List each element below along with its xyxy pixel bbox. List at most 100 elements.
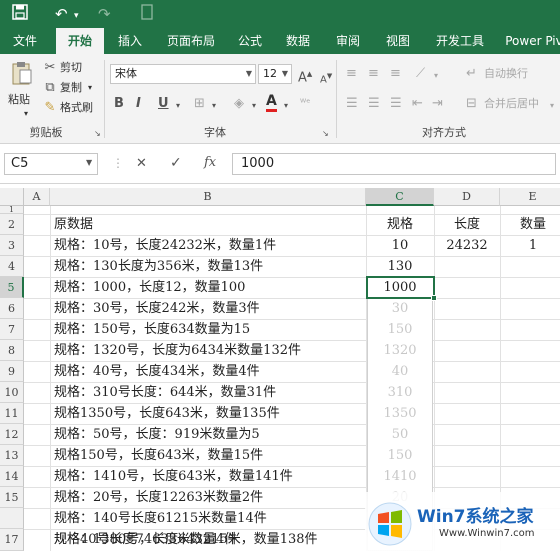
font-launcher-icon[interactable]: ↘ (322, 126, 329, 142)
cell-b11[interactable]: 规格1350号，长度643米，数量135件 (54, 403, 280, 424)
bold-button[interactable]: B (114, 96, 124, 112)
align-left-icon[interactable]: ☰ (346, 96, 358, 112)
cell-d3[interactable]: 24232 (434, 235, 500, 256)
cell-d2[interactable]: 长度 (434, 214, 500, 235)
copy-dropdown-icon[interactable]: ▾ (88, 80, 92, 96)
row-header-17[interactable]: 17 (0, 529, 24, 551)
column-header-b[interactable]: B (50, 188, 366, 206)
tab-developer[interactable]: 开发工具 (430, 28, 490, 54)
redo-icon[interactable]: ↷ (98, 4, 111, 24)
merge-center-button[interactable]: 合并后居中 (484, 96, 539, 112)
row-header-10[interactable]: 10 (0, 382, 24, 403)
cell-b15[interactable]: 规格：20号，长度12263米数量2件 (54, 487, 263, 508)
fill-dropdown-icon[interactable]: ▾ (252, 98, 256, 114)
cell-b18[interactable]: 规格40号长度74633米数量4件 (54, 529, 237, 550)
cell-b14[interactable]: 规格：1410号，长度643米，数量141件 (54, 466, 293, 487)
column-header-a[interactable]: A (24, 188, 50, 206)
row-header-14[interactable]: 14 (0, 466, 24, 487)
save-icon[interactable] (12, 4, 28, 25)
shrink-font-icon[interactable]: A▼ (320, 68, 332, 88)
align-right-icon[interactable]: ☰ (390, 96, 402, 112)
row-header-9[interactable]: 9 (0, 361, 24, 382)
cell-b5[interactable]: 规格：1000，长度12，数量100 (54, 277, 245, 298)
paste-icon[interactable] (10, 60, 34, 86)
tab-view[interactable]: 视图 (380, 28, 416, 54)
row-header-13[interactable]: 13 (0, 445, 24, 466)
cancel-icon[interactable]: ✕ (136, 156, 147, 171)
merge-dropdown-icon[interactable]: ▾ (550, 98, 554, 114)
enter-icon[interactable]: ✓ (170, 155, 182, 171)
row-header-4[interactable]: 4 (0, 256, 24, 277)
formula-input[interactable]: 1000 (232, 153, 556, 175)
row-header-7[interactable]: 7 (0, 319, 24, 340)
underline-button[interactable]: U (158, 96, 169, 112)
font-color-dropdown-icon[interactable]: ▾ (284, 98, 288, 114)
name-box[interactable]: C5 (4, 153, 98, 175)
font-size-select[interactable]: 12 ▼ (258, 64, 292, 84)
cell-c3[interactable]: 10 (366, 235, 434, 256)
wrap-text-button[interactable]: 自动换行 (484, 66, 528, 82)
cell-b8[interactable]: 规格：1320号，长度为6434米数量132件 (54, 340, 301, 361)
cell-c4[interactable]: 130 (366, 256, 434, 277)
cell-b13[interactable]: 规格150号，长度643米，数量15件 (54, 445, 263, 466)
touch-mode-icon[interactable] (140, 4, 154, 25)
cell-b10[interactable]: 规格：310号长度：644米，数量31件 (54, 382, 276, 403)
align-bottom-icon[interactable]: ≡ (390, 66, 401, 82)
orientation-dropdown-icon[interactable]: ▾ (434, 68, 438, 84)
cell-b7[interactable]: 规格：150号，长度634数量为15 (54, 319, 250, 340)
decrease-indent-icon[interactable]: ⇤ (412, 96, 423, 112)
increase-indent-icon[interactable]: ⇥ (432, 96, 443, 112)
row-header-5[interactable]: 5 (0, 277, 24, 298)
tab-data[interactable]: 数据 (280, 28, 316, 54)
row-header-11[interactable]: 11 (0, 403, 24, 424)
undo-dropdown-icon[interactable]: ▾ (74, 6, 79, 26)
format-painter-button[interactable]: 格式刷 (60, 100, 93, 116)
align-top-icon[interactable]: ≡ (346, 66, 357, 82)
tab-formulas[interactable]: 公式 (232, 28, 268, 54)
row-header-1[interactable]: 1 (0, 206, 24, 214)
font-color-button[interactable]: A (266, 94, 277, 112)
tab-review[interactable]: 审阅 (330, 28, 366, 54)
grow-font-icon[interactable]: A▲ (298, 66, 312, 86)
italic-button[interactable]: I (136, 96, 141, 112)
cell-b3[interactable]: 规格：10号，长度24232米，数量1件 (54, 235, 276, 256)
row-header-8[interactable]: 8 (0, 340, 24, 361)
cell-e3[interactable]: 1 (500, 235, 560, 256)
cell-b2[interactable]: 原数据 (54, 214, 93, 235)
tab-power-pivot[interactable]: Power Piv (504, 28, 560, 54)
row-header-2[interactable]: 2 (0, 214, 24, 235)
column-header-d[interactable]: D (434, 188, 500, 206)
cell-b12[interactable]: 规格：50号，长度：919米数量为5 (54, 424, 260, 445)
tab-home[interactable]: 开始 (56, 28, 104, 54)
wrap-text-icon[interactable]: ↵ (466, 66, 477, 82)
tab-file[interactable]: 文件 (4, 28, 46, 54)
column-header-c[interactable]: C (366, 188, 434, 206)
tab-insert[interactable]: 插入 (110, 28, 150, 54)
fill-color-icon[interactable]: ◈ (234, 96, 244, 112)
phonetic-icon[interactable]: ᵂᵉ (300, 96, 310, 112)
cell-b9[interactable]: 规格：40号，长度434米，数量4件 (54, 361, 260, 382)
borders-dropdown-icon[interactable]: ▾ (212, 98, 216, 114)
copy-button[interactable]: 复制 (60, 80, 82, 96)
insert-function-icon[interactable]: fx (204, 155, 216, 170)
row-header-6[interactable]: 6 (0, 298, 24, 319)
tab-page-layout[interactable]: 页面布局 (160, 28, 222, 54)
paste-dropdown-icon[interactable]: ▾ (24, 106, 28, 122)
select-all-corner[interactable] (0, 188, 24, 206)
cut-button[interactable]: 剪切 (60, 60, 82, 76)
cell-b6[interactable]: 规格：30号，长度242米，数量3件 (54, 298, 260, 319)
cell-e2[interactable]: 数量 (500, 214, 560, 235)
cell-c2[interactable]: 规格 (366, 214, 434, 235)
row-header-15[interactable]: 15 (0, 487, 24, 508)
name-box-dropdown-icon[interactable]: ▼ (86, 158, 92, 167)
row-header-3[interactable]: 3 (0, 235, 24, 256)
borders-icon[interactable]: ⊞ (194, 96, 205, 112)
undo-icon[interactable]: ↶ (55, 4, 68, 24)
orientation-icon[interactable]: ⟋ (416, 66, 425, 82)
column-header-e[interactable]: E (500, 188, 560, 206)
font-name-select[interactable]: 宋体 ▼ (110, 64, 256, 84)
fill-handle[interactable] (431, 295, 437, 301)
cell-b4[interactable]: 规格：130长度为356米，数量13件 (54, 256, 263, 277)
row-header-12[interactable]: 12 (0, 424, 24, 445)
underline-dropdown-icon[interactable]: ▾ (176, 98, 180, 114)
